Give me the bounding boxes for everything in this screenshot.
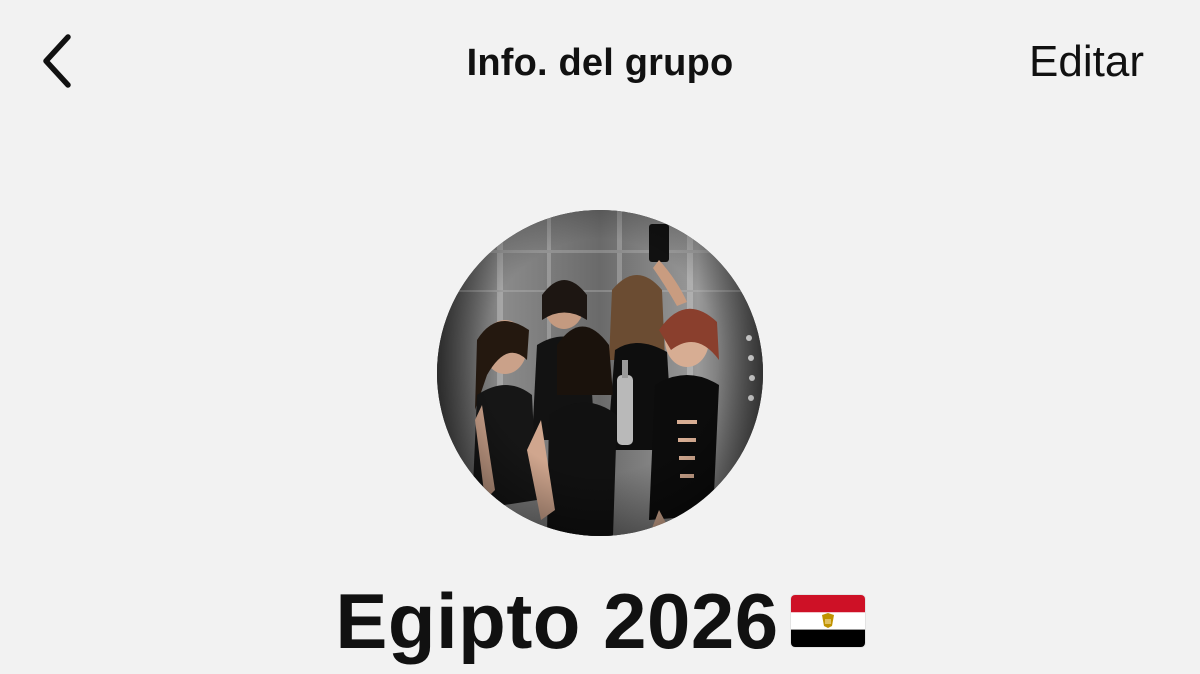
back-button[interactable] [22,22,94,100]
group-title-row: Egipto 2026 [0,576,1200,666]
group-avatar[interactable] [437,210,763,536]
page-title: Info. del grupo [466,42,734,84]
edit-button[interactable]: Editar [1029,34,1144,90]
navigation-bar: Info. del grupo Editar [0,0,1200,130]
chevron-left-icon [43,34,71,88]
group-photo [437,210,763,536]
egypt-flag-icon [790,595,865,647]
group-name: Egipto 2026 [335,577,779,665]
